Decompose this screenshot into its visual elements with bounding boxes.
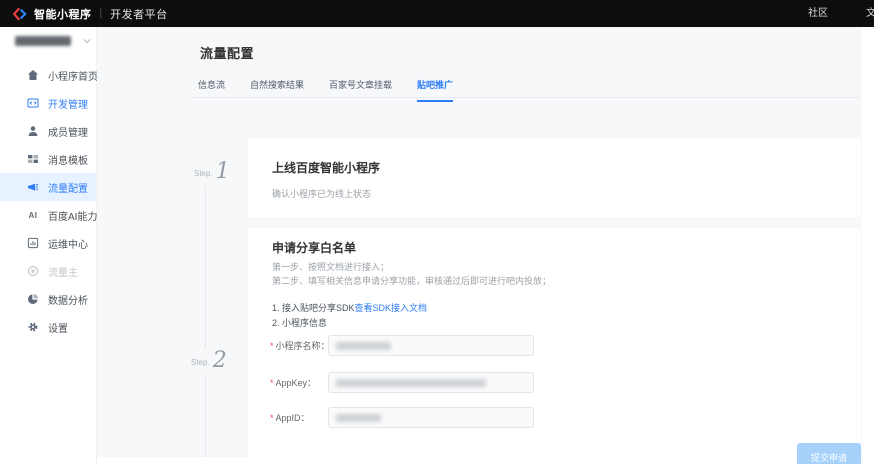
list-item-text: 1. 接入贴吧分享SDK bbox=[272, 303, 355, 313]
miniprogram-name-input[interactable] bbox=[328, 335, 534, 356]
sidebar-item-message-template[interactable]: 消息模板 bbox=[0, 145, 96, 173]
form-row-appid: * AppID： bbox=[270, 407, 534, 428]
megaphone-icon bbox=[27, 181, 39, 193]
sdk-doc-link[interactable]: 查看SDK接入文档 bbox=[355, 303, 428, 313]
template-icon bbox=[27, 153, 39, 165]
tab-feed[interactable]: 信息流 bbox=[198, 78, 225, 102]
step-2-card: 申请分享白名单 第一步、按照文档进行接入； 第二步、填写相关信息申请分享功能，审… bbox=[248, 228, 861, 457]
required-marker: * bbox=[270, 341, 274, 351]
list-item: 1. 接入贴吧分享SDK查看SDK接入文档 bbox=[272, 301, 427, 314]
tab-bar-divider bbox=[192, 97, 861, 98]
step-connector-line bbox=[205, 186, 206, 457]
sidebar-item-label: 流量配置 bbox=[48, 180, 88, 195]
main-content: 流量配置 信息流 自然搜索结果 百家号文章挂载 贴吧推广 Step. 1 上线百… bbox=[97, 27, 874, 464]
sidebar-item-label: 设置 bbox=[48, 320, 68, 335]
member-icon bbox=[27, 125, 39, 137]
sidebar-item-label: 流量主 bbox=[48, 264, 78, 279]
tab-tieba-promotion[interactable]: 贴吧推广 bbox=[417, 78, 453, 102]
bottom-gutter bbox=[97, 457, 862, 464]
list-item-text: 2. 小程序信息 bbox=[272, 318, 327, 328]
tab-bar: 信息流 自然搜索结果 百家号文章挂载 贴吧推广 bbox=[198, 78, 453, 102]
sidebar-item-label: 百度AI能力 bbox=[48, 208, 97, 223]
sidebar-item-label: 小程序首页 bbox=[48, 68, 98, 83]
field-label: AppKey： bbox=[276, 376, 328, 389]
community-link[interactable]: 社区 bbox=[808, 0, 828, 27]
ops-icon bbox=[27, 237, 39, 249]
docs-link[interactable]: 文 bbox=[866, 0, 874, 27]
required-marker: * bbox=[270, 378, 274, 388]
sidebar-item-traffic-config[interactable]: 流量配置 bbox=[0, 173, 96, 201]
sidebar-item-data-analysis[interactable]: 数据分析 bbox=[0, 285, 96, 313]
step-1-title: 上线百度智能小程序 bbox=[272, 159, 380, 176]
form-row-appkey: * AppKey： bbox=[270, 372, 534, 393]
tab-baijiahao-article[interactable]: 百家号文章挂载 bbox=[329, 78, 392, 102]
form-row-miniprogram-name: * 小程序名称： bbox=[270, 335, 534, 356]
pie-chart-icon bbox=[27, 293, 39, 305]
instruction-line: 第一步、按照文档进行接入； bbox=[272, 260, 389, 273]
step-number: 1 bbox=[216, 162, 230, 182]
sidebar-item-dev-management[interactable]: 开发管理 bbox=[0, 89, 96, 117]
required-marker: * bbox=[270, 413, 274, 423]
step-1-card: 上线百度智能小程序 确认小程序已为线上状态 bbox=[248, 139, 861, 217]
instruction-line: 第二步、填写相关信息申请分享功能，审核通过后即可进行吧内投放； bbox=[272, 274, 551, 287]
app-selector[interactable] bbox=[0, 27, 96, 57]
sidebar-item-label: 开发管理 bbox=[48, 96, 88, 111]
topbar: 智能小程序 | 开发者平台 社区 文 bbox=[0, 0, 874, 27]
sidebar-item-label: 成员管理 bbox=[48, 124, 88, 139]
step-word: Step. bbox=[191, 358, 210, 367]
code-icon bbox=[27, 97, 39, 109]
submit-application-button[interactable]: 提交申请 bbox=[797, 443, 861, 464]
field-label: 小程序名称： bbox=[276, 339, 328, 352]
sidebar: 小程序首页 开发管理 成员管理 消息模板 bbox=[0, 27, 97, 464]
step-1-description: 确认小程序已为线上状态 bbox=[272, 187, 371, 200]
product-name: 智能小程序 bbox=[34, 6, 92, 22]
platform-name: 开发者平台 bbox=[110, 6, 168, 22]
right-gutter bbox=[862, 27, 874, 464]
sidebar-item-label: 数据分析 bbox=[48, 292, 88, 307]
sidebar-item-member-management[interactable]: 成员管理 bbox=[0, 117, 96, 145]
field-label: AppID： bbox=[276, 411, 328, 424]
app-window: 智能小程序 | 开发者平台 社区 文 小程序首页 开发管理 bbox=[0, 0, 874, 464]
sidebar-item-label: 运维中心 bbox=[48, 236, 88, 251]
app-name-masked bbox=[15, 36, 71, 46]
ai-icon: AI bbox=[27, 209, 39, 221]
step-number: 2 bbox=[213, 351, 227, 371]
sidebar-item-settings[interactable]: 设置 bbox=[0, 313, 96, 341]
masked-value bbox=[336, 379, 486, 387]
sidebar-item-ops-center[interactable]: 运维中心 bbox=[0, 229, 96, 257]
step-1-label: Step. 1 bbox=[190, 160, 234, 184]
traffic-owner-icon bbox=[27, 265, 39, 277]
gear-icon bbox=[27, 321, 39, 333]
chevron-down-icon bbox=[83, 37, 91, 45]
step-2-label: Step. 2 bbox=[187, 349, 231, 373]
step-word: Step. bbox=[194, 169, 213, 178]
step-2-title: 申请分享白名单 bbox=[272, 239, 356, 256]
sidebar-item-home[interactable]: 小程序首页 bbox=[0, 61, 96, 89]
page-title: 流量配置 bbox=[200, 43, 254, 62]
sidebar-item-baidu-ai[interactable]: AI 百度AI能力 bbox=[0, 201, 96, 229]
sidebar-item-traffic-owner[interactable]: 流量主 bbox=[0, 257, 96, 285]
list-item: 2. 小程序信息 bbox=[272, 316, 327, 329]
home-icon bbox=[27, 69, 39, 81]
sidebar-item-label: 消息模板 bbox=[48, 152, 88, 167]
sidebar-menu: 小程序首页 开发管理 成员管理 消息模板 bbox=[0, 57, 96, 341]
baidu-smartprogram-logo-icon bbox=[13, 7, 27, 21]
masked-value bbox=[336, 414, 381, 422]
appid-input[interactable] bbox=[328, 407, 534, 428]
masked-value bbox=[336, 342, 391, 350]
tab-natural-search[interactable]: 自然搜索结果 bbox=[250, 78, 304, 102]
topbar-divider: | bbox=[100, 8, 103, 19]
appkey-input[interactable] bbox=[328, 372, 534, 393]
